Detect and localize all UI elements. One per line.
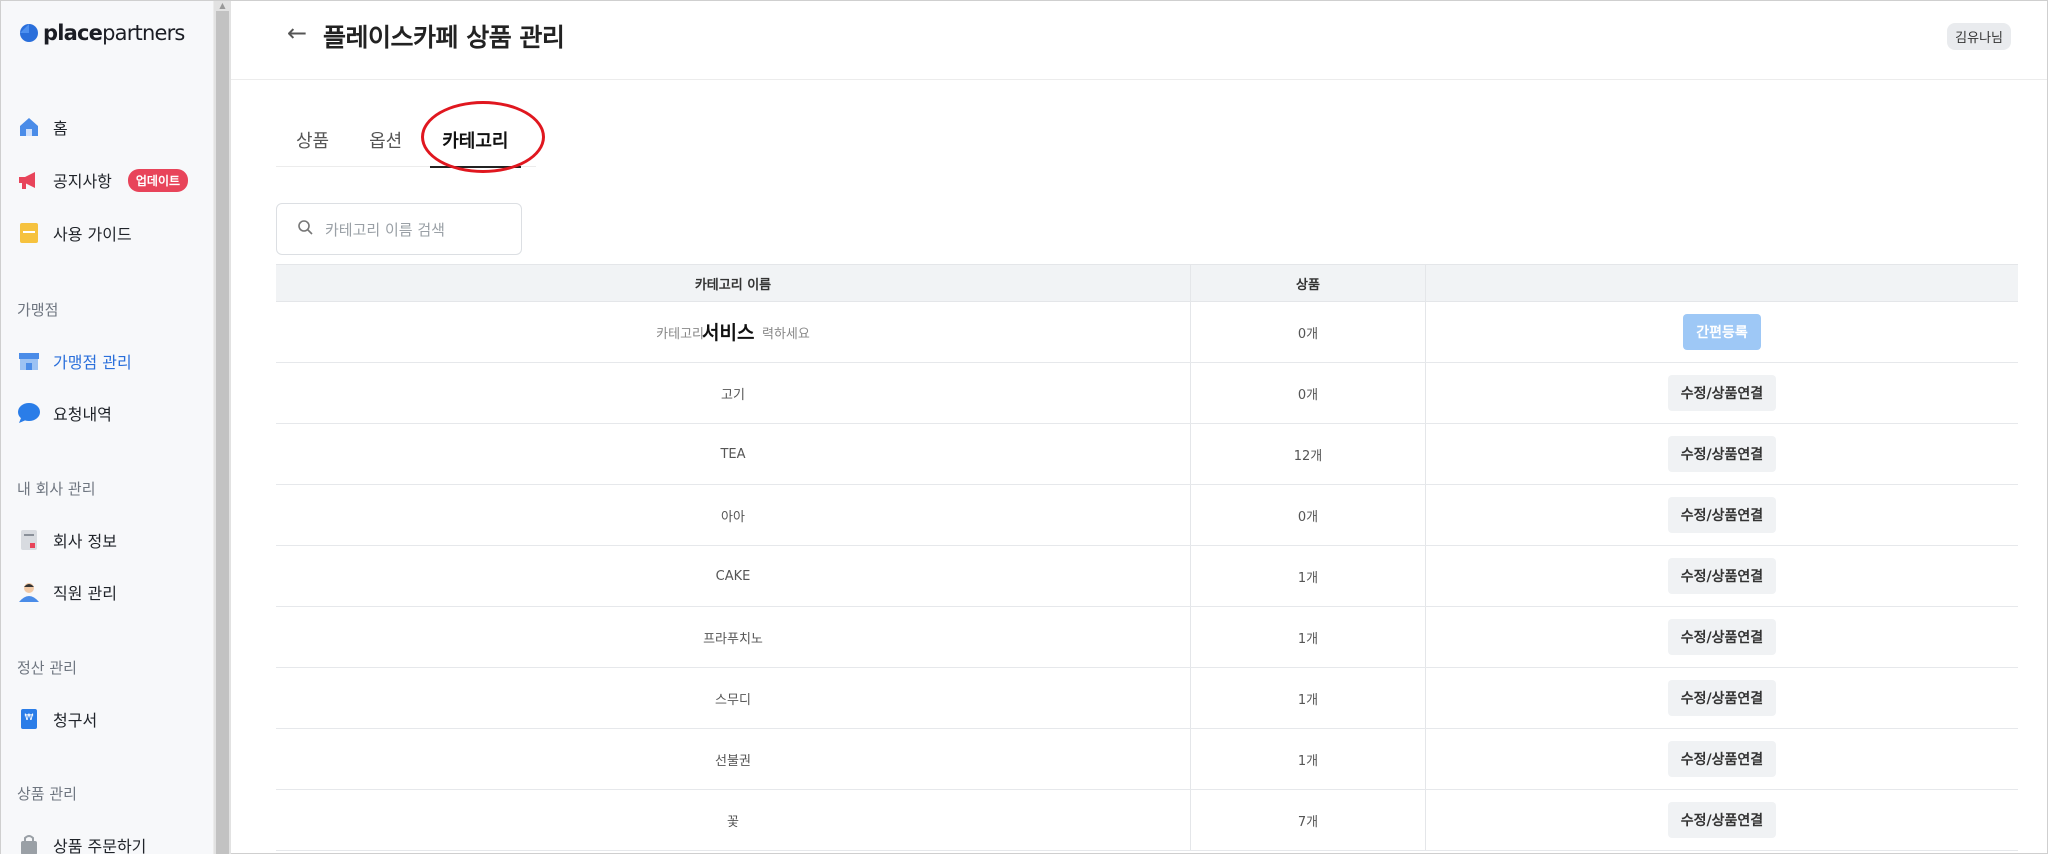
person-icon [17,580,41,604]
new-category-input[interactable]: 카테고리 력하세요 서비스 [276,302,1191,362]
sidebar-item-label: 회사 정보 [53,532,117,551]
bag-icon [17,833,41,854]
table-cell-name: 스무디 [276,668,1191,728]
edit-link-button[interactable]: 수정/상품연결 [1667,680,1777,716]
table-cell-count: 1개 [1191,546,1426,606]
back-arrow-icon[interactable]: ← [287,19,307,47]
table-row: 꽃 7개 수정/상품연결 [276,790,2018,851]
edit-link-button[interactable]: 수정/상품연결 [1667,497,1777,533]
sidebar-item-label: 가맹점 관리 [53,353,132,372]
search-icon [297,219,313,239]
chat-bubble-icon [17,401,41,425]
table-cell-count: 0개 [1191,302,1426,362]
edit-link-button[interactable]: 수정/상품연결 [1667,802,1777,838]
sidebar-item-order-products[interactable]: 상품 주문하기 [17,831,146,854]
table-row: 아아 0개 수정/상품연결 [276,485,2018,546]
scroll-up-icon[interactable]: ▲ [216,1,229,10]
invoice-icon: ₩ [17,707,41,731]
sidebar-item-guide[interactable]: 사용 가이드 [17,219,132,247]
sidebar-item-label: 공지사항 [53,172,112,191]
logo-icon [17,22,39,44]
edit-link-button[interactable]: 수정/상품연결 [1667,619,1777,655]
home-icon [17,115,41,139]
sidebar-item-label: 홈 [53,119,68,138]
section-title-company: 내 회사 관리 [17,480,96,498]
table-cell-count: 1개 [1191,729,1426,789]
table-header: 카테고리 이름 상품 [276,264,2018,302]
edit-link-button[interactable]: 수정/상품연결 [1667,558,1777,594]
table-cell-name: 프라푸치노 [276,607,1191,667]
search-placeholder: 카테고리 이름 검색 [325,220,445,239]
table-cell-name: 고기 [276,363,1191,423]
table-cell-count: 12개 [1191,424,1426,484]
section-title-franchise: 가맹점 [17,301,59,319]
table-cell-name: 선불권 [276,729,1191,789]
table-row: CAKE 1개 수정/상품연결 [276,546,2018,607]
sidebar: placepartners 홈 공지사항 업데이트 사용 가이드 가맹점 가맹점… [1,1,214,854]
annotation-circle [421,101,545,173]
table-row: 프라푸치노 1개 수정/상품연결 [276,607,2018,668]
table-cell-count: 0개 [1191,485,1426,545]
column-header-count: 상품 [1191,265,1426,301]
edit-link-button[interactable]: 수정/상품연결 [1667,375,1777,411]
table-row: TEA 12개 수정/상품연결 [276,424,2018,485]
document-icon [17,528,41,552]
brand-logo[interactable]: placepartners [17,21,185,45]
table-row: 스무디 1개 수정/상품연결 [276,668,2018,729]
page-header: ← 플레이스카페 상품 관리 김유나님 [231,1,2047,80]
megaphone-icon [17,168,41,192]
table-cell-name: CAKE [276,546,1191,606]
typed-category-text: 서비스 [702,322,755,344]
table-cell-name: 아아 [276,485,1191,545]
column-header-name: 카테고리 이름 [276,265,1191,301]
user-menu[interactable]: 김유나님 [1947,23,2011,50]
edit-link-button[interactable]: 수정/상품연결 [1667,436,1777,472]
column-header-action [1426,265,2018,301]
brand-name-bold: place [43,21,103,45]
sidebar-item-label: 상품 주문하기 [53,837,147,854]
table-row: 선불권 1개 수정/상품연결 [276,729,2018,790]
table-cell-count: 7개 [1191,790,1426,850]
table-cell-name: 꽃 [276,790,1191,850]
table-row: 고기 0개 수정/상품연결 [276,363,2018,424]
sidebar-scrollbar-thumb[interactable] [216,11,229,854]
sidebar-item-notice[interactable]: 공지사항 업데이트 [17,166,189,194]
edit-link-button[interactable]: 수정/상품연결 [1667,741,1777,777]
page-title: 플레이스카페 상품 관리 [323,23,565,52]
sidebar-item-label: 청구서 [53,711,98,730]
guide-icon [17,221,41,245]
category-search-input[interactable]: 카테고리 이름 검색 [276,203,522,255]
sidebar-item-invoice[interactable]: ₩ 청구서 [17,705,97,733]
sidebar-item-franchise-management[interactable]: 가맹점 관리 [17,347,132,375]
sidebar-item-label: 직원 관리 [53,584,117,603]
sidebar-item-requests[interactable]: 요청내역 [17,399,112,427]
brand-name-rest: partners [102,21,185,45]
category-table: 카테고리 이름 상품 카테고리 력하세요 서비스 0개 간편등록 고기 0개 수정… [276,264,2018,851]
new-category-row: 카테고리 력하세요 서비스 0개 간편등록 [276,302,2018,363]
table-cell-count: 1개 [1191,668,1426,728]
sidebar-item-home[interactable]: 홈 [17,113,68,141]
section-title-settlement: 정산 관리 [17,659,77,677]
svg-text:₩: ₩ [25,713,34,723]
table-cell-count: 1개 [1191,607,1426,667]
sidebar-item-company-info[interactable]: 회사 정보 [17,526,117,554]
tab-options[interactable]: 옵션 [349,111,422,167]
sidebar-item-staff[interactable]: 직원 관리 [17,578,117,606]
table-cell-count: 0개 [1191,363,1426,423]
store-icon [17,349,41,373]
quick-register-button[interactable]: 간편등록 [1683,314,1761,350]
update-badge: 업데이트 [127,168,189,192]
section-title-products: 상품 관리 [17,785,77,803]
table-cell-name: TEA [276,424,1191,484]
tab-products[interactable]: 상품 [276,111,349,167]
sidebar-item-label: 요청내역 [53,405,112,424]
sidebar-item-label: 사용 가이드 [53,225,132,244]
